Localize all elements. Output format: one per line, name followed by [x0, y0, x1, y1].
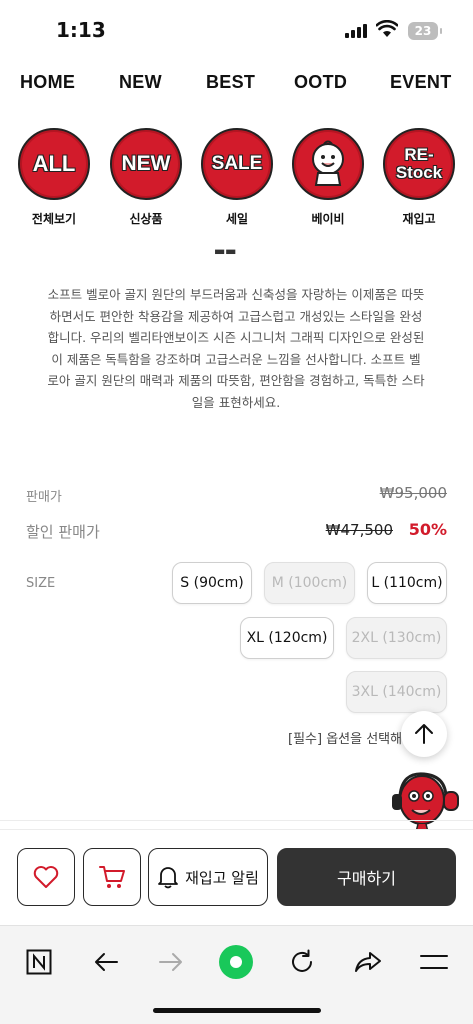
- green-dot-button[interactable]: [214, 940, 258, 984]
- divider: [0, 820, 473, 821]
- nav-new[interactable]: NEW: [119, 72, 162, 93]
- top-nav: HOME NEW BEST OOTD EVENT: [0, 72, 473, 100]
- size-option-s[interactable]: S (90cm): [172, 562, 252, 604]
- category-sale[interactable]: SALE 세일: [199, 128, 275, 227]
- size-option-2xl[interactable]: 2XL (130cm): [346, 617, 447, 659]
- size-option-xl[interactable]: XL (120cm): [240, 617, 334, 659]
- size-label: SIZE: [26, 576, 56, 591]
- all-badge-icon: ALL: [18, 128, 90, 200]
- category-menu: ALL 전체보기 NEW 신상품 SALE 세일 베이비 RE- Stock 재입…: [0, 128, 473, 238]
- restock-badge-icon: RE- Stock: [383, 128, 455, 200]
- restock-alert-button[interactable]: 재입고 알림: [148, 848, 268, 906]
- menu-button[interactable]: [412, 940, 456, 984]
- category-restock[interactable]: RE- Stock 재입고: [381, 128, 457, 227]
- size-option-l[interactable]: L (110cm): [367, 562, 447, 604]
- back-button[interactable]: [84, 940, 128, 984]
- heart-icon: [33, 866, 59, 888]
- cart-icon: [99, 866, 125, 888]
- battery-icon: 23: [408, 22, 442, 40]
- cellular-signal-icon: [345, 24, 367, 38]
- arrow-left-icon: [95, 953, 118, 971]
- cart-button[interactable]: [83, 848, 141, 906]
- nav-home[interactable]: HOME: [20, 72, 75, 93]
- nav-best[interactable]: BEST: [206, 72, 255, 93]
- naver-logo-icon: [26, 949, 52, 975]
- buy-button[interactable]: 구매하기: [277, 848, 456, 906]
- arrow-right-icon: [159, 953, 182, 971]
- nav-ootd[interactable]: OOTD: [294, 72, 347, 93]
- refresh-button[interactable]: [280, 940, 324, 984]
- discount-rate: 50%: [408, 520, 447, 539]
- category-label: 베이비: [311, 212, 345, 226]
- size-option-3xl[interactable]: 3XL (140cm): [346, 671, 447, 713]
- home-indicator: [153, 1008, 321, 1013]
- price-label: 판매가: [26, 490, 62, 505]
- size-option-m[interactable]: M (100cm): [264, 562, 355, 604]
- nav-event[interactable]: EVENT: [390, 72, 452, 93]
- forward-button[interactable]: [149, 940, 193, 984]
- baby-face-icon: [292, 128, 364, 200]
- naver-home-button[interactable]: [17, 940, 61, 984]
- green-dot-icon: [219, 945, 253, 979]
- mascot-headset-icon: [392, 772, 459, 833]
- category-baby[interactable]: 베이비: [290, 128, 366, 227]
- category-label: 신상품: [129, 212, 163, 226]
- wifi-icon: [375, 19, 399, 42]
- new-badge-icon: NEW: [110, 128, 182, 200]
- refresh-icon: [292, 949, 312, 972]
- category-new[interactable]: NEW 신상품: [108, 128, 184, 227]
- category-label: 전체보기: [31, 212, 77, 226]
- status-time: 1:13: [56, 18, 106, 42]
- bell-icon: [158, 867, 179, 889]
- sale-badge-icon: SALE: [201, 128, 273, 200]
- hamburger-menu-icon: [420, 955, 448, 969]
- arrow-up-icon: [415, 724, 433, 744]
- original-price: ₩95,000: [379, 484, 447, 502]
- sale-price: ₩47,500: [325, 521, 393, 539]
- scroll-top-button[interactable]: [401, 711, 447, 757]
- wishlist-button[interactable]: [17, 848, 75, 906]
- category-all[interactable]: ALL 전체보기: [16, 128, 92, 227]
- category-label: 세일: [225, 212, 249, 226]
- share-button[interactable]: [346, 940, 390, 984]
- chat-mascot-button[interactable]: [388, 766, 460, 834]
- category-label: 재입고: [402, 212, 436, 226]
- sale-price-label: 할인 판매가: [26, 523, 100, 541]
- share-icon: [355, 952, 381, 972]
- status-bar: 1:13 23: [0, 0, 473, 62]
- restock-alert-label: 재입고 알림: [185, 868, 259, 887]
- partial-image-edge: ▬ ▬: [214, 244, 236, 258]
- purchase-action-bar: 재입고 알림 구매하기: [0, 829, 473, 925]
- product-description: 소프트 벨로아 골지 원단의 부드러움과 신축성을 자랑하는 이제품은 따뜻하면…: [47, 287, 425, 410]
